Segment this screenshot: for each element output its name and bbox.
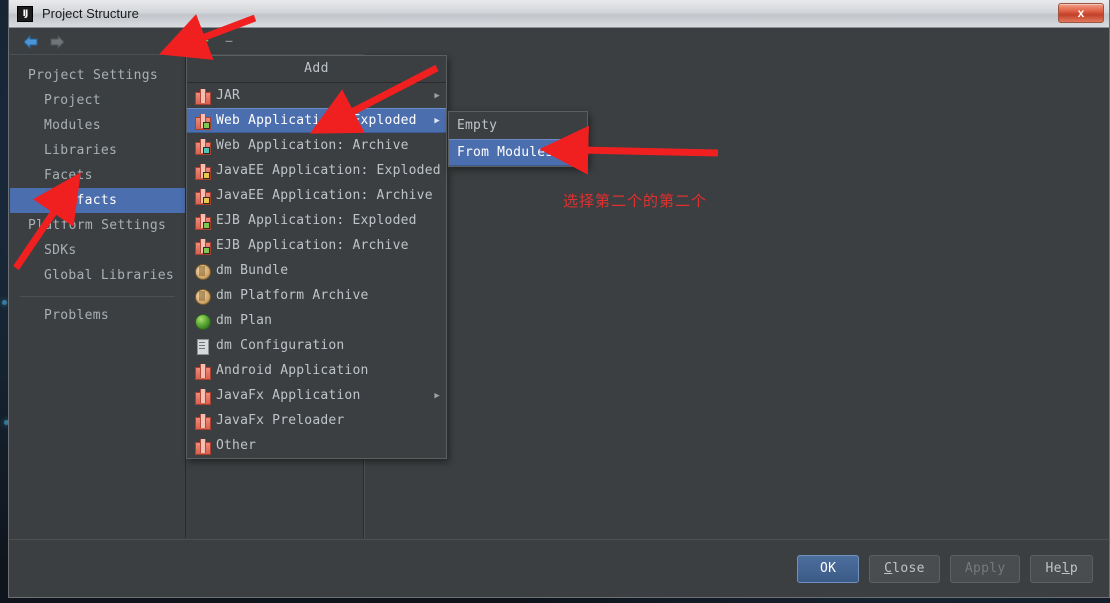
menu-item-label: Web Application: Exploded	[216, 113, 417, 128]
sidebar-item-facets[interactable]: Facets	[10, 163, 185, 188]
artifact-ejb-exploded-icon	[195, 213, 211, 230]
artifact-javaee-exploded-icon	[195, 163, 211, 180]
menu-item-jar[interactable]: JAR ▶	[187, 83, 446, 108]
help-button-label-end: p	[1069, 561, 1078, 576]
sidebar-item-modules[interactable]: Modules	[10, 113, 185, 138]
menu-item-ejb-application-archive[interactable]: EJB Application: Archive	[187, 233, 446, 258]
intellij-logo-icon: IJ	[17, 5, 33, 22]
chevron-right-icon: ▶	[434, 90, 440, 101]
plus-icon[interactable]: +	[192, 32, 214, 52]
settings-tree: Project Settings Project Modules Librari…	[10, 55, 185, 538]
dm-platform-archive-icon	[195, 288, 211, 305]
submenu-item-label: From Modules...	[457, 145, 578, 160]
dm-bundle-icon	[195, 263, 211, 280]
artifacts-toolbar: + –	[186, 29, 364, 55]
menu-item-label: Other	[216, 438, 257, 453]
sidebar-item-sdks[interactable]: SDKs	[10, 238, 185, 263]
close-button-label-rest: lose	[892, 561, 925, 576]
menu-item-javafx-preloader[interactable]: JavaFx Preloader	[187, 408, 446, 433]
menu-item-web-application-archive[interactable]: Web Application: Archive	[187, 133, 446, 158]
menu-item-label: EJB Application: Archive	[216, 238, 409, 253]
sidebar-group-platform-settings: Platform Settings	[28, 218, 167, 233]
menu-item-dm-platform-archive[interactable]: dm Platform Archive	[187, 283, 446, 308]
menu-item-label: dm Configuration	[216, 338, 345, 353]
menu-item-label: JavaFx Application	[216, 388, 361, 403]
menu-item-label: Android Application	[216, 363, 369, 378]
chevron-right-icon: ▶	[434, 390, 440, 401]
sidebar-item-artifacts[interactable]: Artifacts	[10, 188, 185, 213]
menu-item-label: dm Bundle	[216, 263, 289, 278]
artifact-web-exploded-icon	[195, 113, 211, 130]
window-title: Project Structure	[42, 6, 139, 21]
minus-icon[interactable]: –	[218, 32, 240, 52]
web-application-exploded-submenu[interactable]: Empty From Modules...	[448, 111, 588, 167]
artifact-web-archive-icon	[195, 138, 211, 155]
menu-item-label: Web Application: Archive	[216, 138, 409, 153]
artifact-other-icon	[195, 438, 211, 455]
add-artifact-menu[interactable]: Add JAR ▶ Web Application: Exploded ▶ We…	[186, 55, 447, 459]
close-button[interactable]: Close	[869, 554, 940, 583]
menu-item-ejb-application-exploded[interactable]: EJB Application: Exploded	[187, 208, 446, 233]
menu-item-javaee-application-exploded[interactable]: JavaEE Application: Exploded	[187, 158, 446, 183]
submenu-item-empty[interactable]: Empty	[449, 112, 587, 139]
sidebar-group-project-settings: Project Settings	[28, 68, 159, 83]
title-bar: IJ Project Structure x	[9, 0, 1109, 28]
dialog-button-bar: OK Close Apply Help	[9, 539, 1109, 597]
help-button[interactable]: Help	[1030, 554, 1093, 583]
submenu-item-label: Empty	[457, 118, 498, 133]
menu-item-javafx-application[interactable]: JavaFx Application ▶	[187, 383, 446, 408]
forward-arrow-icon	[48, 34, 66, 50]
artifact-jar-icon	[195, 88, 211, 105]
menu-item-label: dm Platform Archive	[216, 288, 369, 303]
menu-item-label: dm Plan	[216, 313, 273, 328]
sidebar-item-project[interactable]: Project	[10, 88, 185, 113]
help-button-label-start: He	[1045, 561, 1062, 576]
dm-configuration-icon	[195, 338, 209, 355]
artifact-javafx-icon	[195, 388, 211, 405]
artifact-javaee-archive-icon	[195, 188, 211, 205]
menu-item-other[interactable]: Other	[187, 433, 446, 458]
menu-item-label: JAR	[216, 88, 241, 103]
menu-item-label: EJB Application: Exploded	[216, 213, 417, 228]
dm-plan-icon	[195, 313, 211, 330]
apply-button: Apply	[949, 554, 1021, 583]
menu-item-label: JavaFx Preloader	[216, 413, 345, 428]
close-window-button[interactable]: x	[1058, 3, 1104, 23]
sidebar-divider	[20, 296, 175, 297]
back-arrow-icon[interactable]	[22, 34, 40, 50]
sidebar-item-problems[interactable]: Problems	[10, 303, 185, 328]
artifact-ejb-archive-icon	[195, 238, 211, 255]
project-structure-dialog: IJ Project Structure x Project Settings …	[8, 0, 1110, 598]
artifacts-panel: + – Add JAR ▶ Web Application: Exploded …	[186, 29, 1108, 538]
menu-item-dm-plan[interactable]: dm Plan	[187, 308, 446, 333]
sidebar-item-libraries[interactable]: Libraries	[10, 138, 185, 163]
menu-item-dm-bundle[interactable]: dm Bundle	[187, 258, 446, 283]
chevron-right-icon: ▶	[434, 115, 440, 126]
sidebar-navigation-bar	[10, 29, 185, 55]
menu-item-android-application[interactable]: Android Application	[187, 358, 446, 383]
menu-item-javaee-application-archive[interactable]: JavaEE Application: Archive	[187, 183, 446, 208]
artifact-javafx-preloader-icon	[195, 413, 211, 430]
menu-item-label: JavaEE Application: Exploded	[216, 163, 441, 178]
sidebar-item-global-libraries[interactable]: Global Libraries	[10, 263, 185, 288]
artifact-android-icon	[195, 363, 211, 380]
dialog-body: Project Settings Project Modules Librari…	[9, 28, 1109, 539]
submenu-item-from-modules[interactable]: From Modules...	[449, 139, 587, 166]
menu-item-label: JavaEE Application: Archive	[216, 188, 433, 203]
add-menu-title: Add	[187, 56, 446, 83]
menu-item-web-application-exploded[interactable]: Web Application: Exploded ▶	[187, 108, 446, 133]
settings-sidebar: Project Settings Project Modules Librari…	[10, 29, 186, 538]
menu-item-dm-configuration[interactable]: dm Configuration	[187, 333, 446, 358]
ok-button[interactable]: OK	[797, 554, 860, 583]
